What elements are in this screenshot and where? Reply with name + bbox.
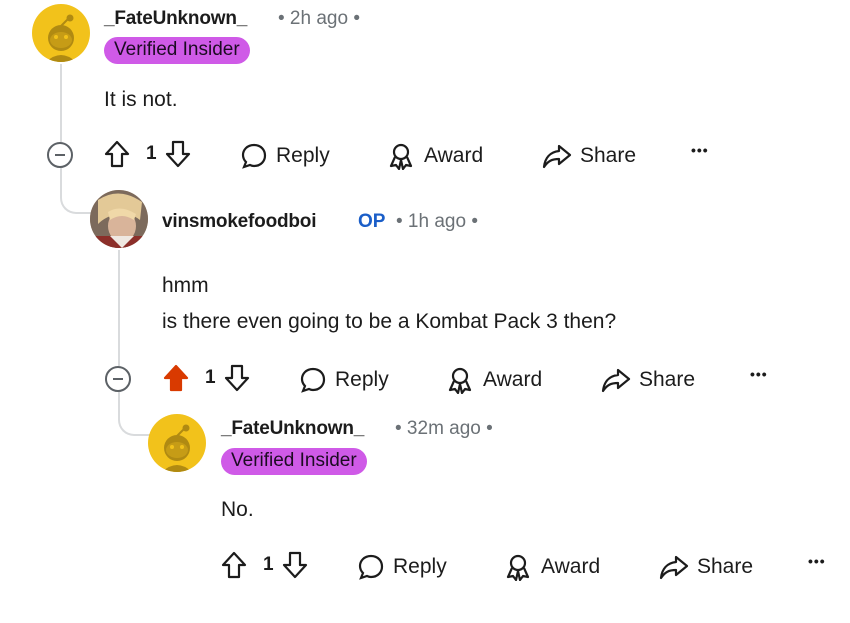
share-button[interactable]: Share [601,366,695,394]
award-button[interactable]: Award [386,142,483,170]
more-options-button[interactable]: ••• [691,142,709,158]
username[interactable]: _FateUnknown_ [104,8,247,30]
timestamp: • 2h ago • [278,8,360,29]
upvote-icon[interactable] [221,551,247,579]
thread-connector [60,168,92,214]
vote-count: 1 [205,367,216,388]
share-label: Share [639,368,696,391]
award-button[interactable]: Award [503,553,600,581]
comment-line: No. [221,498,254,521]
award-label: Award [424,144,484,167]
vote-group: 1 [221,551,316,579]
username[interactable]: _FateUnknown_ [221,418,364,440]
downvote-icon[interactable] [282,551,308,579]
avatar[interactable] [32,4,90,62]
avatar[interactable] [148,414,206,472]
award-label: Award [483,368,543,391]
minus-icon [55,154,65,156]
timestamp: • 32m ago • [395,418,493,439]
snoo-icon [46,14,76,62]
thread-line [118,250,120,366]
comment-line: It is not. [104,88,178,111]
award-label: Award [541,555,601,578]
award-icon [389,143,413,170]
share-icon [659,555,689,580]
share-button[interactable]: Share [659,553,753,581]
more-options-button[interactable]: ••• [808,553,826,569]
award-icon [448,367,472,394]
username[interactable]: vinsmokefoodboi [162,211,316,233]
upvote-icon[interactable] [104,140,130,168]
op-badge: OP [358,211,386,232]
award-button[interactable]: Award [445,366,542,394]
reply-button[interactable]: Reply [357,553,447,581]
reply-label: Reply [276,144,330,167]
comment-body: It is not. [104,82,178,118]
share-button[interactable]: Share [542,142,636,170]
upvote-icon-active[interactable] [163,364,189,392]
reply-icon [358,554,384,580]
minus-icon [113,378,123,380]
reply-label: Reply [393,555,447,578]
user-flair: Verified Insider [104,37,250,64]
reply-label: Reply [335,368,389,391]
vote-group: 1 [104,140,199,168]
reply-icon [300,367,326,393]
thread-connector [118,392,150,436]
share-icon [601,368,631,393]
reply-icon [241,143,267,169]
reply-button[interactable]: Reply [240,142,330,170]
reply-button[interactable]: Reply [299,366,389,394]
collapse-button[interactable] [47,142,73,168]
vote-count: 1 [263,554,274,575]
vote-count: 1 [146,143,157,164]
vote-group: 1 [163,364,258,392]
snoo-icon [162,424,192,472]
comment-line: hmm [162,274,209,297]
downvote-icon[interactable] [165,140,191,168]
comment-line: is there even going to be a Kombat Pack … [162,310,617,333]
user-flair: Verified Insider [221,448,367,475]
share-label: Share [580,144,637,167]
downvote-icon[interactable] [224,364,250,392]
comment-body: hmm is there even going to be a Kombat P… [162,268,616,340]
collapse-button[interactable] [105,366,131,392]
share-label: Share [697,555,754,578]
share-icon [542,144,572,169]
more-options-button[interactable]: ••• [750,366,768,382]
award-icon [506,554,530,581]
timestamp: • 1h ago • [396,211,478,232]
thread-line [60,64,62,142]
avatar[interactable] [90,190,148,248]
comment-body: No. [221,492,254,528]
profile-photo [90,190,148,248]
